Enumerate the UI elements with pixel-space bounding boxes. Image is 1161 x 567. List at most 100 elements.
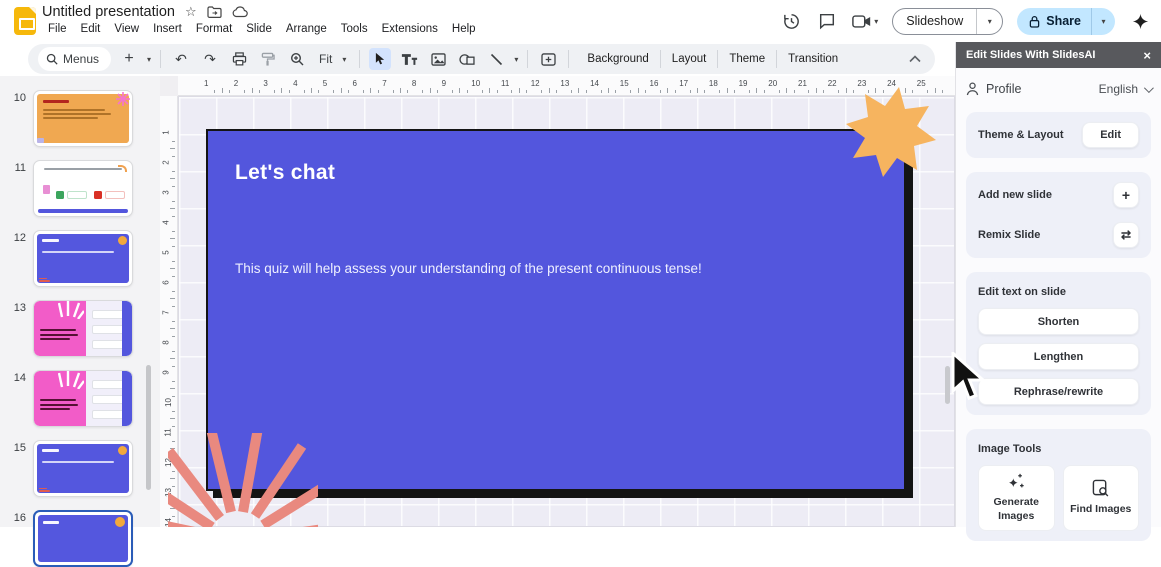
slide-body-text[interactable]: This quiz will help assess your understa… [235,261,702,276]
thumbnail-preview [34,371,132,426]
undo-icon[interactable]: ↶ [170,48,192,70]
menu-item-extensions[interactable]: Extensions [376,22,444,36]
ruler-number: 1 [204,79,209,88]
comment-icon[interactable] [816,10,838,32]
text-box-tool-icon[interactable] [398,48,420,70]
redo-icon[interactable]: ↷ [199,48,221,70]
menu-item-slide[interactable]: Slide [240,22,278,36]
menu-item-format[interactable]: Format [190,22,238,36]
search-icon [46,53,58,65]
share-button[interactable]: Share ▾ [1017,7,1115,35]
google-slides-app: Untitled presentation ☆ File Edit View Inse… [0,0,1161,567]
find-images-label: Find Images [1070,503,1132,516]
menu-item-arrange[interactable]: Arrange [280,22,333,36]
slide-thumbnail-14[interactable] [33,370,133,427]
ruler-number: 9 [441,79,447,88]
chevron-down-icon [1143,82,1154,93]
slide-thumbnail-15[interactable] [33,440,133,497]
menu-item-tools[interactable]: Tools [335,22,374,36]
menus-search[interactable]: Menus [38,47,112,71]
collapse-toolbar-icon[interactable] [905,55,925,63]
menu-item-view[interactable]: View [108,22,145,36]
slideshow-label[interactable]: Slideshow [893,9,976,34]
text-action-lengthen[interactable]: Lengthen [978,343,1139,370]
menu-item-file[interactable]: File [42,22,73,36]
toolbar-button-layout[interactable]: Layout [663,53,716,65]
line-dropdown-icon[interactable]: ▾ [514,55,518,64]
slide-thumbnail-10[interactable] [33,90,133,147]
text-action-rephrase-rewrite[interactable]: Rephrase/rewrite [978,378,1139,405]
paint-format-icon[interactable] [257,48,279,70]
toolbar-button-background[interactable]: Background [578,53,657,65]
ruler-number: 16 [649,79,659,88]
slide-number: 12 [13,232,26,244]
edit-text-label: Edit text on slide [978,286,1067,298]
orange-star-decoration[interactable] [843,84,939,180]
version-history-icon[interactable] [780,10,802,32]
edit-theme-button[interactable]: Edit [1082,122,1139,148]
toolbar: Menus + ▾ ↶ ↷ Fit ▾ ▾ Background Layout … [0,42,955,76]
new-slide-dropdown-icon[interactable]: ▾ [147,55,151,64]
share-dropdown[interactable]: ▾ [1091,7,1115,35]
edit-text-card: Edit text on slide Shorten Lengthen Rephra… [966,272,1151,415]
find-images-button[interactable]: Find Images [1062,465,1139,531]
slides-logo-icon[interactable] [14,7,36,35]
slide-thumbnail-12[interactable] [33,230,133,287]
meet-dropdown-icon[interactable]: ▾ [874,17,878,26]
gemini-icon[interactable] [1129,10,1151,32]
filmstrip-scrollbar[interactable] [146,365,151,490]
remix-slide-button[interactable]: ⇄ [1113,222,1139,248]
ruler-number: 8 [161,340,171,345]
panel-title: Edit Slides With SlidesAI [966,49,1096,61]
menu-item-insert[interactable]: Insert [147,22,188,36]
select-tool-icon[interactable] [369,48,392,70]
meet-button[interactable]: ▾ [852,14,878,29]
print-icon[interactable] [228,48,250,70]
insert-image-icon[interactable] [427,48,449,70]
ruler-number: 12 [530,79,540,88]
share-label[interactable]: Share [1046,14,1081,28]
add-slide-button[interactable]: + [1113,182,1139,208]
panel-header: Edit Slides With SlidesAI × [956,42,1161,68]
menus-label: Menus [63,52,100,66]
plus-icon: + [1121,187,1131,203]
close-icon[interactable]: × [1143,48,1151,63]
ruler-number: 8 [411,79,417,88]
toolbar-button-transition[interactable]: Transition [779,53,847,65]
thumbnail-preview [34,231,132,286]
ruler-number: 2 [161,160,171,165]
slideshow-button[interactable]: Slideshow ▾ [892,7,1004,35]
ruler-number: 7 [382,79,387,88]
insert-shape-icon[interactable] [456,48,478,70]
text-action-shorten[interactable]: Shorten [978,308,1139,335]
profile-label: Profile [986,82,1022,96]
document-title[interactable]: Untitled presentation [42,4,175,20]
fit-label: Fit [319,52,333,66]
filmstrip: 10 11 12 13 14 15 16 [0,76,160,567]
top-bar: Untitled presentation ☆ File Edit View Inse… [0,0,1161,42]
language-select[interactable]: English [1099,82,1154,96]
slide-thumbnail-16[interactable] [33,510,133,567]
insert-comment-icon[interactable] [537,48,559,70]
thumbnail-preview [34,91,132,146]
slide-number: 14 [13,372,26,384]
slide-title[interactable]: Let's chat [235,161,335,185]
zoom-icon[interactable] [286,48,308,70]
zoom-fit-select[interactable]: Fit ▾ [315,52,350,66]
star-icon[interactable]: ☆ [185,4,197,20]
toolbar-button-theme[interactable]: Theme [720,53,774,65]
generate-images-button[interactable]: Generate Images [978,465,1055,531]
cloud-status-icon[interactable] [232,6,248,18]
menu-item-edit[interactable]: Edit [75,22,107,36]
slide-thumbnail-13[interactable] [33,300,133,357]
ruler-number: 11 [501,79,510,88]
insert-line-icon[interactable] [485,48,507,70]
move-folder-icon[interactable] [207,6,222,18]
coral-burst-decoration[interactable] [168,433,318,527]
slideshow-dropdown[interactable]: ▾ [976,8,1002,34]
menu-item-help[interactable]: Help [446,22,482,36]
text-actions: Shorten Lengthen Rephrase/rewrite [978,308,1139,405]
slide-thumbnail-11[interactable] [33,160,133,217]
new-slide-button[interactable]: + [118,48,140,70]
slide-number: 11 [14,162,26,174]
